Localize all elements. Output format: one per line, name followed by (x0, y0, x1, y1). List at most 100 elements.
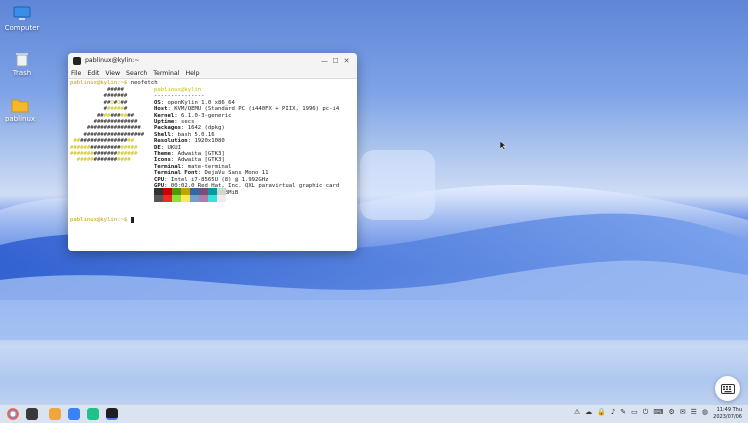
folder-icon (11, 99, 29, 113)
info-value: DejaVu Sans Mono 11 (204, 170, 269, 177)
info-value: Adwaita [GTK3] (177, 157, 225, 164)
user-host: pablinux@kylin (154, 87, 202, 93)
software-store-button[interactable] (68, 408, 80, 420)
shell-prompt: pablinux@kylin:~$ (70, 80, 128, 86)
multitask-view-button[interactable] (26, 408, 38, 420)
color-swatch (208, 188, 217, 195)
color-swatch (163, 195, 172, 202)
terminal-window[interactable]: pablinux@kylin:~ — ☐ ✕ File Edit View Se… (68, 53, 357, 251)
desktop-icon-label: Trash (12, 69, 32, 77)
color-swatch (172, 195, 181, 202)
menu-file[interactable]: File (71, 70, 81, 77)
tray-menu-icon[interactable]: ☰ (691, 408, 697, 417)
desktop-icon-trash[interactable]: Trash (0, 51, 44, 77)
terminal-titlebar[interactable]: pablinux@kylin:~ — ☐ ✕ (68, 53, 357, 68)
color-palette (154, 188, 226, 202)
tray-power-icon[interactable]: ⏻ (643, 408, 649, 417)
text-cursor (130, 217, 135, 223)
system-info: pablinux@kylin --------------- OS: openK… (154, 87, 340, 196)
taskbar: ⚠ ☁ 🔒 ♪ ✎ ▭ ⏻ ⌨ ⚙ ✉ ☰ ◍ 11:49 Thu 2023/0… (0, 405, 748, 423)
menu-search[interactable]: Search (126, 70, 147, 77)
shell-command: neofetch (127, 80, 158, 86)
tray-network-icon[interactable]: ◍ (702, 408, 708, 417)
terminal-output[interactable]: pablinux@kylin:~$ neofetch ##### #######… (68, 79, 357, 251)
color-swatch (199, 188, 208, 195)
info-key: CPU (154, 176, 165, 183)
command-line-final: pablinux@kylin:~$ (70, 217, 135, 223)
monitor-icon (13, 6, 31, 20)
desktop-icon-home-folder[interactable]: pablinux (0, 97, 42, 123)
color-swatch (217, 195, 226, 202)
desktop-icon-computer[interactable]: Computer (0, 6, 44, 32)
color-swatch (181, 195, 190, 202)
terminal-app-icon (73, 56, 81, 65)
info-key: Terminal (154, 163, 181, 170)
tray-screen-icon[interactable]: ▭ (631, 408, 638, 417)
tray-mail-icon[interactable]: ✉ (680, 408, 686, 417)
color-swatch (217, 188, 226, 195)
minimize-icon[interactable]: — (319, 57, 330, 65)
info-key: Packages (154, 125, 181, 132)
info-key: Uptime (154, 119, 175, 126)
tray-keyboard-icon[interactable]: ⌨ (653, 408, 663, 417)
tray-pen-icon[interactable]: ✎ (620, 408, 626, 417)
close-icon[interactable]: ✕ (341, 57, 352, 65)
color-swatch (199, 195, 208, 202)
maximize-icon[interactable]: ☐ (330, 57, 341, 65)
terminal-menubar: File Edit View Search Terminal Help (68, 68, 357, 79)
clock-date: 2023/07/06 (713, 413, 742, 420)
desktop-icon-label: pablinux (4, 115, 36, 123)
info-value: 1642 (dpkg) (187, 125, 225, 132)
info-key: OS (154, 99, 161, 106)
info-value: mate-terminal (187, 163, 232, 170)
distro-ascii-logo: ##### ####### ##O#O## ####### ##########… (70, 87, 145, 164)
mail-button[interactable] (87, 408, 99, 420)
color-swatch (190, 195, 199, 202)
window-title: pablinux@kylin:~ (85, 57, 140, 64)
menu-view[interactable]: View (105, 70, 120, 77)
info-key: Kernel (154, 112, 175, 119)
menu-terminal[interactable]: Terminal (153, 70, 179, 77)
info-key: Theme (154, 151, 171, 158)
info-key: Icons (154, 157, 171, 164)
clock[interactable]: 11:49 Thu 2023/07/06 (713, 407, 742, 420)
tray-cloud-icon[interactable]: ☁ (585, 408, 592, 417)
start-menu-button[interactable] (7, 408, 19, 420)
info-value: secs (180, 119, 195, 126)
menu-help[interactable]: Help (185, 70, 199, 77)
tray-settings-icon[interactable]: ⚙ (668, 408, 674, 417)
desktop-icon-label: Computer (4, 24, 40, 32)
keyboard-icon (720, 383, 735, 394)
menu-edit[interactable]: Edit (87, 70, 99, 77)
info-key: Terminal Font (154, 170, 198, 177)
color-swatch (154, 188, 163, 195)
clock-time: 11:49 Thu (716, 407, 742, 413)
mouse-cursor-icon (500, 141, 506, 150)
info-value: bash 5.0.16 (177, 131, 215, 138)
info-value: Adwaita [GTK3] (177, 151, 225, 158)
command-line: pablinux@kylin:~$ neofetch (70, 80, 158, 86)
info-value: UKUI (167, 144, 181, 151)
info-value: 6.1.0-3-generic (180, 112, 232, 119)
info-key: DE (154, 144, 161, 151)
info-key: Resolution (154, 138, 188, 145)
tray-warning-icon[interactable]: ⚠ (574, 408, 580, 417)
info-key: Shell (154, 131, 171, 138)
info-key: Host (154, 106, 168, 113)
color-swatch (163, 188, 172, 195)
separator: --------------- (154, 93, 205, 100)
info-value: 1920x1080 (194, 138, 225, 145)
info-value: KVM/QEMU (Standard PC (i440FX + PIIX, 19… (174, 106, 340, 113)
trash-icon (16, 53, 28, 67)
system-tray: ⚠ ☁ 🔒 ♪ ✎ ▭ ⏻ ⌨ ⚙ ✉ ☰ ◍ (569, 408, 708, 417)
info-value: Intel i7-8565U (8) @ 1.992GHz (170, 176, 269, 183)
terminal-taskbar-button[interactable] (106, 408, 118, 420)
tray-lock-icon[interactable]: 🔒 (597, 408, 606, 417)
shell-prompt: pablinux@kylin:~$ (70, 217, 128, 223)
color-swatch (181, 188, 190, 195)
tray-volume-icon[interactable]: ♪ (611, 408, 615, 417)
file-manager-button[interactable] (49, 408, 61, 420)
color-swatch (172, 188, 181, 195)
onscreen-keyboard-button[interactable] (715, 376, 740, 401)
color-swatch (208, 195, 217, 202)
